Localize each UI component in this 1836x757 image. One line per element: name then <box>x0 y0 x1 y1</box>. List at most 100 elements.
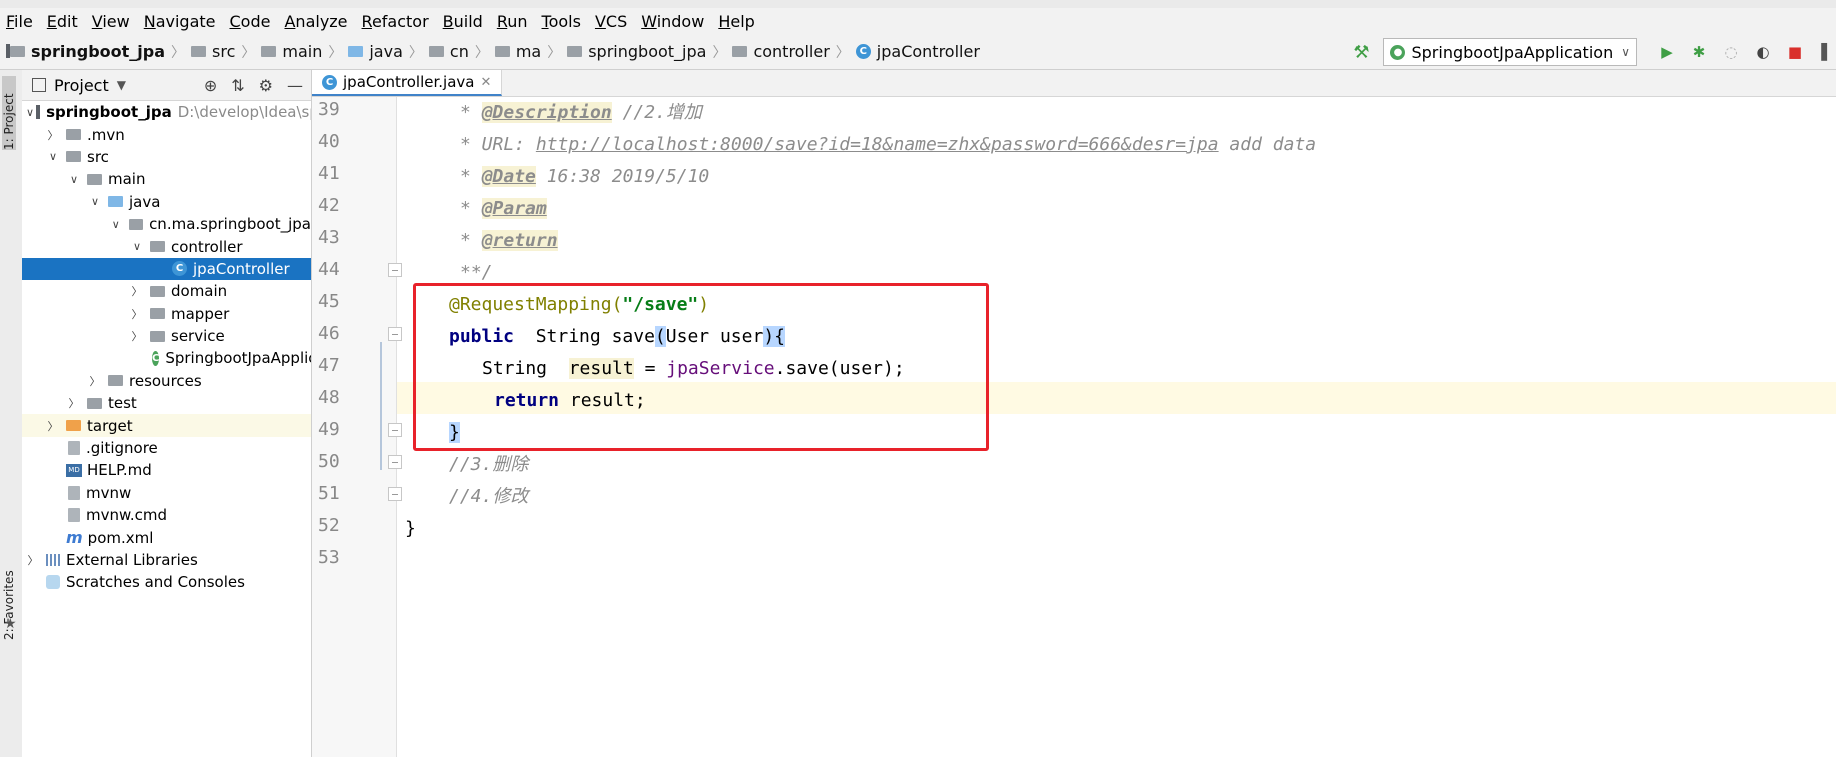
tree-item-label: springboot_jpa <box>46 103 172 122</box>
tree-item-label: mvnw <box>86 483 132 502</box>
breadcrumb-src[interactable]: src <box>212 42 235 61</box>
chevron-right-icon: 〉 <box>47 419 59 433</box>
build-hammer-icon[interactable]: ⚒ <box>1353 42 1369 63</box>
menu-build[interactable]: Build <box>443 12 483 31</box>
project-panel-title[interactable]: Project <box>54 76 109 95</box>
chevron-right-icon: 〉 <box>474 44 489 61</box>
comment-text: add data <box>1218 134 1317 155</box>
chevron-down-icon: ∨ <box>26 105 35 119</box>
star-icon: ★ <box>4 616 17 632</box>
tree-item-external-libraries[interactable]: 〉 External Libraries <box>22 549 311 571</box>
menu-code[interactable]: Code <box>230 12 271 31</box>
breadcrumb-cn[interactable]: cn <box>450 42 469 61</box>
tree-item-package[interactable]: ∨ cn.ma.springboot_jpa <box>22 213 311 235</box>
menu-window[interactable]: Window <box>641 12 704 31</box>
menu-view[interactable]: View <box>92 12 130 31</box>
menu-navigate[interactable]: Navigate <box>144 12 216 31</box>
line-number: 52 <box>318 515 340 536</box>
chevron-down-icon: ∨ <box>90 195 100 209</box>
comment-text: * <box>460 102 482 123</box>
tree-item-mvn[interactable]: 〉 .mvn <box>22 123 311 145</box>
tree-item-test[interactable]: 〉 test <box>22 392 311 414</box>
stop-icon[interactable]: ■ <box>1786 43 1804 61</box>
menu-edit[interactable]: Edit <box>47 12 78 31</box>
tree-item-controller[interactable]: ∨ controller <box>22 235 311 257</box>
close-icon[interactable]: ✕ <box>480 75 491 90</box>
coverage-icon[interactable]: ◌ <box>1722 43 1740 61</box>
tree-item-pom[interactable]: m pom.xml <box>22 526 311 548</box>
minimize-icon[interactable]: — <box>287 76 303 95</box>
breadcrumb-controller[interactable]: controller <box>753 42 829 61</box>
debug-icon[interactable]: ✱ <box>1690 43 1708 61</box>
project-tool-tab[interactable]: 1: Project <box>2 76 16 150</box>
project-panel-tools: ⊕ ⇅ ⚙ — <box>190 76 303 95</box>
tree-item-mvnw[interactable]: mvnw <box>22 482 311 504</box>
file-icon <box>68 508 80 523</box>
menu-vcs[interactable]: VCS <box>595 12 627 31</box>
breadcrumb-java[interactable]: java <box>369 42 403 61</box>
locate-icon[interactable]: ⊕ <box>204 76 217 95</box>
chevron-down-icon[interactable]: ▼ <box>117 78 126 92</box>
tree-item-label: service <box>171 327 225 346</box>
breadcrumb-project[interactable]: springboot_jpa <box>31 42 165 61</box>
tree-item-label: External Libraries <box>66 551 198 569</box>
editor-tab-jpacontroller[interactable]: C jpaController.java ✕ <box>312 70 503 96</box>
folder-icon <box>87 397 102 409</box>
package-icon <box>732 46 748 57</box>
more-icon[interactable]: ▌ <box>1818 43 1836 61</box>
file-icon <box>68 441 80 456</box>
breadcrumb-springboot-jpa[interactable]: springboot_jpa <box>588 42 706 61</box>
line-number: 53 <box>318 547 340 568</box>
gear-icon[interactable]: ⚙ <box>259 76 273 95</box>
tree-item-main[interactable]: ∨ main <box>22 168 311 190</box>
tree-item-target[interactable]: 〉 target <box>22 414 311 437</box>
tree-item-label: domain <box>171 282 228 301</box>
tree-item-scratches[interactable]: Scratches and Consoles <box>22 571 311 593</box>
tree-item-domain[interactable]: 〉 domain <box>22 280 311 302</box>
package-icon <box>150 241 165 253</box>
package-icon <box>494 46 510 57</box>
class-icon: C <box>855 44 871 59</box>
tree-item-help-md[interactable]: MD HELP.md <box>22 459 311 481</box>
tree-item-label: HELP.md <box>87 461 152 480</box>
tree-item-mvnw-cmd[interactable]: mvnw.cmd <box>22 504 311 526</box>
breadcrumb-main[interactable]: main <box>282 42 322 61</box>
tree-item-resources[interactable]: 〉 resources <box>22 370 311 392</box>
project-view-icon <box>32 78 46 92</box>
menu-help[interactable]: Help <box>718 12 754 31</box>
run-configuration-select[interactable]: ● SpringbootJpaApplication ∨ <box>1383 38 1637 66</box>
tree-item-gitignore[interactable]: .gitignore <box>22 437 311 459</box>
chevron-right-icon: 〉 <box>47 128 59 142</box>
tree-item-application[interactable]: C SpringbootJpaApplica <box>22 347 311 369</box>
tree-item-service[interactable]: 〉 service <box>22 325 311 347</box>
tree-item-jpacontroller[interactable]: CjpaController <box>22 257 311 281</box>
menu-file[interactable]: File <box>6 12 33 31</box>
chevron-down-icon: ∨ <box>48 150 58 164</box>
menu-refactor[interactable]: Refactor <box>362 12 429 31</box>
code-line-43: * @return <box>460 225 558 257</box>
comment-url-link[interactable]: http://localhost:8000/save?id=18&name=zh… <box>536 134 1219 155</box>
run-icon[interactable]: ▶ <box>1658 43 1676 61</box>
tree-item-root[interactable]: ∨ springboot_jpa D:\develop\Idea\spring <box>22 101 311 123</box>
module-icon <box>6 44 25 58</box>
menu-run[interactable]: Run <box>497 12 528 31</box>
profile-icon[interactable]: ◐ <box>1754 43 1772 61</box>
menu-tools[interactable]: Tools <box>542 12 581 31</box>
breadcrumb-class[interactable]: jpaController <box>877 42 980 61</box>
tree-item-mapper[interactable]: 〉 mapper <box>22 303 311 325</box>
javadoc-tag: @return <box>481 230 558 251</box>
code-line-50: //3.删除 <box>449 449 528 481</box>
class-icon: C <box>172 261 187 277</box>
tree-item-label: cn.ma.springboot_jpa <box>149 215 311 234</box>
tree-item-src[interactable]: ∨ src <box>22 146 311 168</box>
tree-item-java[interactable]: ∨ java <box>22 191 311 213</box>
package-icon <box>150 308 165 320</box>
menu-analyze[interactable]: Analyze <box>284 12 347 31</box>
chevron-down-icon: ∨ <box>69 172 79 186</box>
tree-item-label: .gitignore <box>86 439 158 458</box>
line-number: 41 <box>318 163 340 184</box>
package-icon <box>150 330 165 342</box>
collapse-icon[interactable]: ⇅ <box>231 76 244 95</box>
folder-icon <box>261 46 277 57</box>
breadcrumb-ma[interactable]: ma <box>516 42 541 61</box>
